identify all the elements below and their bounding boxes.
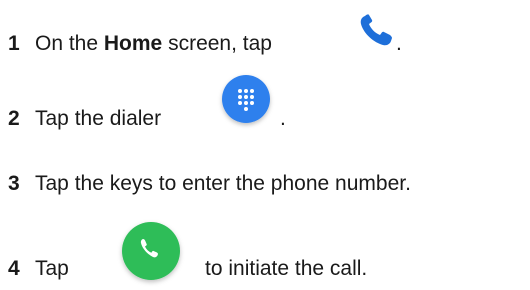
step-number: 3 — [8, 172, 20, 195]
step-2: 2 Tap the dialer — [8, 107, 161, 131]
step-text: to initiate the call. — [205, 257, 368, 280]
home-label: Home — [103, 32, 163, 55]
call-button-icon — [122, 222, 180, 280]
step-number: 2 — [8, 107, 20, 130]
step-period: . — [280, 107, 286, 130]
step-number: 1 — [8, 32, 20, 55]
phone-icon — [360, 14, 392, 46]
step-text: Tap the keys to enter the phone number. — [35, 172, 411, 195]
step-text: Tap the dialer — [35, 107, 162, 130]
step-1: 1 On the Home screen, tap — [8, 32, 272, 56]
step-3: 3 Tap the keys to enter the phone number. — [8, 172, 411, 196]
step-number: 4 — [8, 257, 20, 280]
step-text: On the — [35, 32, 104, 55]
step-text: Tap — [35, 257, 69, 280]
step-4: 4 Tap — [8, 257, 69, 281]
dialpad-icon — [222, 75, 270, 123]
step-text: screen, tap — [162, 32, 272, 55]
